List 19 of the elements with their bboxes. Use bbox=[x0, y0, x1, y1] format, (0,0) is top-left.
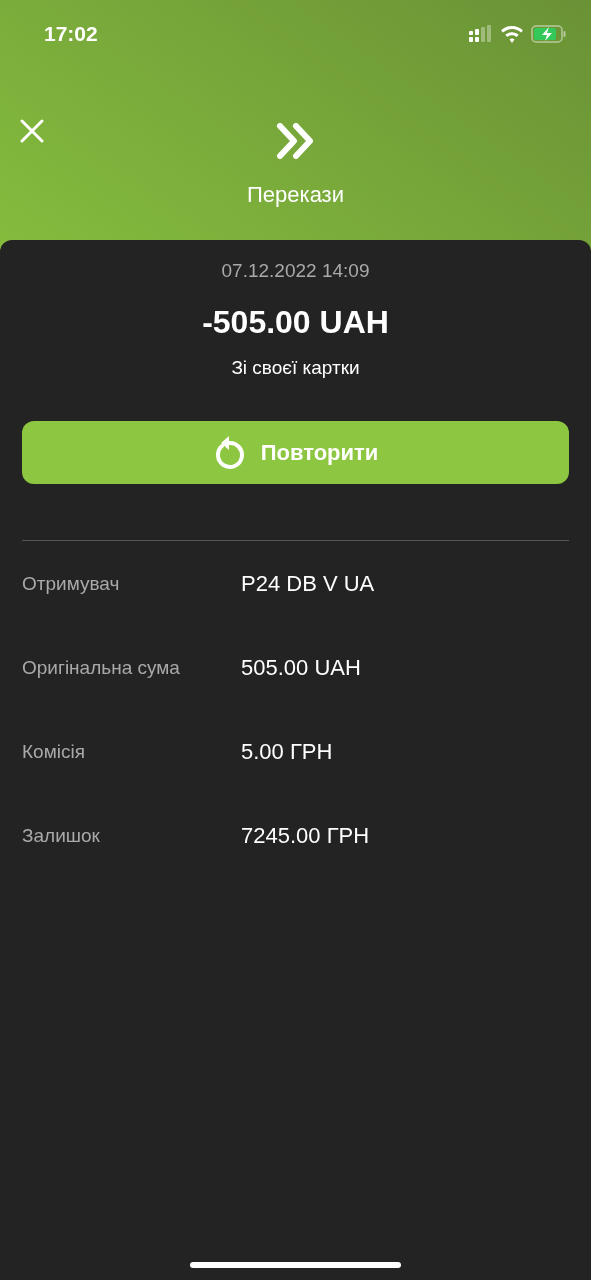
signal-icon bbox=[469, 25, 493, 43]
detail-value: 505.00 UAH bbox=[241, 655, 362, 681]
detail-label: Комісія bbox=[22, 741, 86, 763]
transaction-description: Зі своєї картки bbox=[231, 357, 360, 379]
wifi-icon bbox=[501, 25, 523, 43]
detail-value: 5.00 ГРН bbox=[241, 739, 334, 765]
header-title: Перекази bbox=[247, 182, 344, 208]
detail-label: Залишок bbox=[22, 825, 101, 847]
transaction-amount: -505.00 UAH bbox=[202, 304, 389, 341]
double-chevron-icon bbox=[275, 123, 316, 159]
battery-charging-icon bbox=[531, 25, 567, 43]
status-time: 17:02 bbox=[44, 22, 98, 46]
close-button[interactable] bbox=[18, 117, 46, 145]
repeat-button[interactable]: Повторити bbox=[22, 421, 569, 484]
detail-label: Оригінальна сума bbox=[22, 657, 181, 679]
transaction-datetime: 07.12.2022 14:09 bbox=[221, 260, 370, 282]
detail-value: P24 DB V UA bbox=[241, 571, 376, 597]
detail-value: 7245.00 ГРН bbox=[241, 823, 371, 849]
detail-label: Отримувач bbox=[22, 573, 121, 595]
